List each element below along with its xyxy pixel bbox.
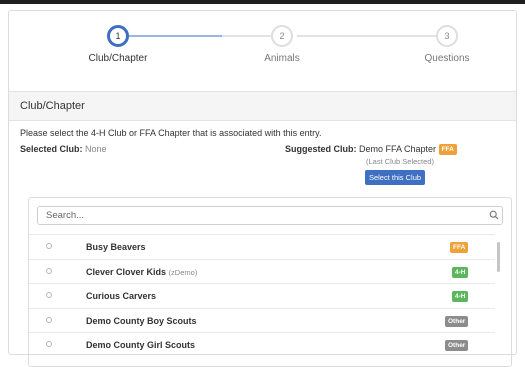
club-name: Demo County Girl Scouts [86,340,196,350]
selected-club: Selected Club: None [20,144,107,154]
club-list: Busy Beavers FFA Clever Clover Kids (zDe… [29,234,495,357]
step-1-circle[interactable]: 1 [107,25,129,47]
club-type-badge: Other [445,315,469,327]
club-type-badge: Other [445,340,469,351]
step-2-circle[interactable]: 2 [271,25,293,47]
step-3-circle[interactable]: 3 [436,25,458,47]
instruction-text: Please select the 4-H Club or FFA Chapte… [20,128,322,138]
club-subtitle: (zDemo) [168,267,198,277]
table-row[interactable]: Curious Carvers 4-H [29,283,495,308]
step-connector-1 [126,35,286,37]
club-type-badge: FFA [450,242,469,253]
table-row[interactable]: Demo County Girl Scouts Other [29,332,495,357]
window-top-border [0,0,525,4]
selected-club-label: Selected Club: [20,144,83,154]
club-name: Demo County Boy Scouts [86,315,197,326]
club-name: Clever Clover Kids (zDemo) [86,266,198,277]
search-input[interactable] [37,206,503,225]
club-radio[interactable] [46,267,52,274]
suggested-club-label: Suggested Club: [285,144,357,154]
club-radio[interactable] [46,292,52,298]
club-radio[interactable] [46,341,52,347]
list-scrollbar-thumb[interactable] [497,242,500,272]
suggested-club-value: Demo FFA Chapter [359,144,437,154]
entry-card: 1 2 3 Club/Chapter Animals Questions Clu… [8,10,518,367]
step-2-label: Animals [264,53,300,64]
suggested-club-badge: FFA [438,144,457,156]
progress-stepper: 1 2 3 Club/Chapter Animals Questions [9,11,518,77]
club-radio[interactable] [46,243,52,249]
club-list-box: Busy Beavers FFA Clever Clover Kids (zDe… [28,197,512,367]
club-type-badge: 4-H [452,291,469,302]
club-name: Busy Beavers [86,242,146,252]
selected-club-value: None [85,144,107,154]
club-type-badge: 4-H [452,266,469,278]
last-club-note: (Last Club Selected) [366,157,434,166]
club-name: Curious Carvers [86,291,157,301]
club-radio[interactable] [46,316,52,323]
search-icon[interactable] [489,210,499,220]
step-3-label: Questions [424,53,470,64]
step-connector-2 [297,35,437,37]
table-row[interactable]: Clever Clover Kids (zDemo) 4-H [29,258,495,284]
table-row[interactable]: Busy Beavers FFA [29,234,495,259]
table-row[interactable]: Demo County Boy Scouts Other [29,307,495,333]
suggested-club: Suggested Club: Demo FFA Chapter FFA [285,144,457,156]
panel-title: Club/Chapter [9,91,516,121]
select-this-club-button[interactable]: Select this Club [365,170,425,185]
step-1-label: Club/Chapter [88,53,148,64]
